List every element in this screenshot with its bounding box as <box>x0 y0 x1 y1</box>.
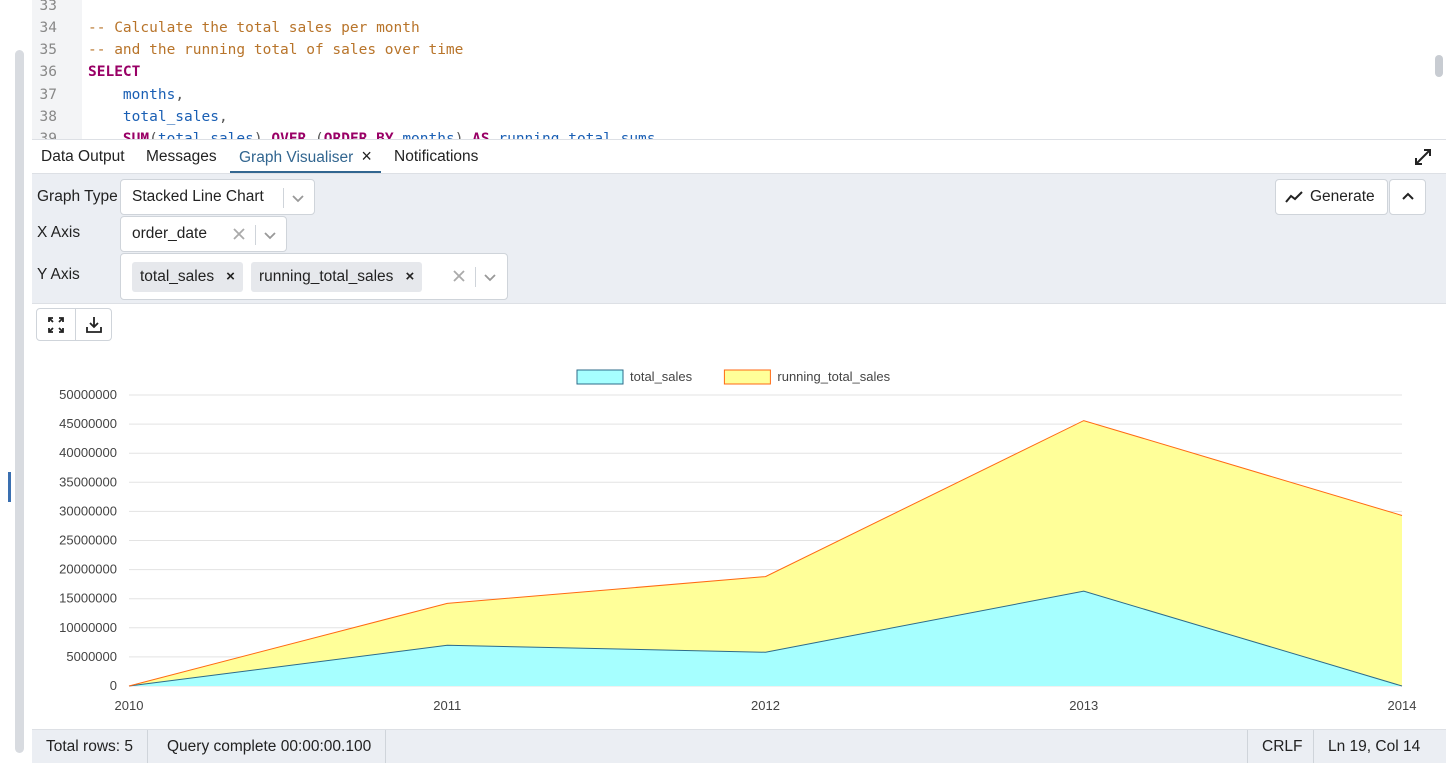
clear-icon[interactable] <box>451 268 467 284</box>
y-axis-chip: running_total_sales × <box>251 262 423 292</box>
total-rows-status: Total rows: 5 <box>32 730 149 763</box>
legend-swatch <box>576 369 624 385</box>
stacked-line-chart[interactable]: 0 5000000 10000000 15000000 20000000 25000000… <box>32 304 1446 729</box>
x-tick-label: 2013 <box>1069 698 1098 713</box>
fullscreen-button[interactable] <box>37 309 75 340</box>
line-number: 39 <box>39 131 57 139</box>
line-chart-icon <box>1285 191 1303 203</box>
left-rail <box>0 0 32 763</box>
chevron-up-icon <box>1402 192 1414 200</box>
close-icon[interactable]: × <box>361 146 372 166</box>
y-tick-label: 5000000 <box>66 649 117 664</box>
x-tick-label: 2010 <box>115 698 144 713</box>
query-status: Query complete 00:00:00.100 <box>153 730 387 763</box>
chevron-down-icon[interactable] <box>262 227 278 243</box>
y-tick-label: 20000000 <box>59 562 117 577</box>
y-tick-label: 50000000 <box>59 387 117 402</box>
graph-type-select[interactable]: Stacked Line Chart <box>120 179 315 215</box>
chevron-down-icon[interactable] <box>482 269 498 285</box>
code-text: -- and the running total of sales over t… <box>88 42 464 58</box>
code-line[interactable]: 34 -- Calculate the total sales per month <box>32 17 1432 39</box>
tab-notifications-label: Notifications <box>394 148 479 165</box>
chart-toolbar <box>36 308 112 341</box>
line-number: 33 <box>39 0 57 14</box>
code-text: -- Calculate the total sales per month <box>88 20 420 36</box>
tab-messages[interactable]: Messages <box>137 140 226 173</box>
chart-panel: 0 5000000 10000000 15000000 20000000 25000000… <box>32 304 1446 729</box>
x-tick-label: 2011 <box>433 698 461 713</box>
y-axis-chip-label: running_total_sales <box>259 268 394 285</box>
legend-label: running_total_sales <box>777 369 890 384</box>
code-text: SELECT <box>88 64 141 80</box>
tab-graph-visualiser-label: Graph Visualiser <box>239 149 354 166</box>
code-line[interactable]: 35 -- and the running total of sales over… <box>32 39 1432 61</box>
x-tick-label: 2012 <box>751 698 780 713</box>
eol-status[interactable]: CRLF <box>1247 730 1316 763</box>
y-tick-label: 15000000 <box>59 591 117 606</box>
cursor-position-status[interactable]: Ln 19, Col 14 <box>1313 730 1434 763</box>
maximize-icon[interactable] <box>1414 148 1432 166</box>
graph-controls: Graph Type Stacked Line Chart X Axis ord… <box>32 174 1446 304</box>
code-text: SUM(total_sales) OVER (ORDER BY months) … <box>122 131 656 139</box>
tab-data-output-label: Data Output <box>41 148 125 165</box>
x-axis-value: order_date <box>132 225 207 242</box>
remove-chip-icon[interactable]: × <box>405 268 414 285</box>
line-number: 36 <box>39 64 57 80</box>
x-axis-label: X Axis <box>37 224 81 241</box>
legend-label: total_sales <box>630 369 693 384</box>
tab-graph-visualiser[interactable]: Graph Visualiser × <box>230 140 381 173</box>
download-icon <box>86 317 102 333</box>
code-line[interactable]: 38 total_sales, <box>32 106 1432 128</box>
active-marker <box>8 472 11 502</box>
generate-button-label: Generate <box>1310 188 1375 205</box>
line-number: 38 <box>39 109 57 125</box>
line-number: 34 <box>39 20 57 36</box>
code-text: total_sales, <box>122 109 228 125</box>
remove-chip-icon[interactable]: × <box>226 268 235 285</box>
y-axis-chip: total_sales × <box>132 262 243 292</box>
y-axis-select[interactable]: total_sales × running_total_sales × <box>120 253 508 300</box>
collapse-button[interactable] <box>1389 179 1426 215</box>
tab-messages-label: Messages <box>146 148 217 165</box>
y-tick-label: 10000000 <box>59 620 117 635</box>
code-line[interactable]: 33 <box>32 0 1432 17</box>
y-axis-label: Y Axis <box>37 266 80 283</box>
y-tick-label: 45000000 <box>59 416 117 431</box>
clear-icon[interactable] <box>231 226 247 242</box>
status-bar: Total rows: 5 Query complete 00:00:00.10… <box>32 729 1446 763</box>
generate-button[interactable]: Generate <box>1275 179 1388 215</box>
code-line[interactable]: 39 SUM(total_sales) OVER (ORDER BY month… <box>32 128 1432 139</box>
code-line[interactable]: 36 SELECT <box>32 61 1432 83</box>
line-number: 35 <box>39 42 57 58</box>
y-tick-label: 35000000 <box>59 474 117 489</box>
legend-swatch <box>723 369 771 385</box>
fullscreen-icon <box>48 317 64 333</box>
line-number: 37 <box>39 87 57 103</box>
x-axis-select[interactable]: order_date <box>120 216 287 252</box>
sql-editor[interactable]: 33 34 -- Calculate the total sales per mon… <box>32 0 1446 139</box>
results-tabbar: Data Output Messages Graph Visualiser × N… <box>32 139 1446 174</box>
download-button[interactable] <box>75 309 113 340</box>
y-tick-label: 0 <box>110 678 117 693</box>
code-line[interactable]: 37 months, <box>32 84 1432 106</box>
tab-data-output[interactable]: Data Output <box>32 140 134 173</box>
y-tick-label: 40000000 <box>59 445 117 460</box>
chevron-down-icon[interactable] <box>290 190 306 206</box>
tab-notifications[interactable]: Notifications <box>385 140 487 173</box>
y-tick-label: 30000000 <box>59 503 117 518</box>
editor-scrollbar-thumb[interactable] <box>1435 55 1443 77</box>
y-axis-chip-label: total_sales <box>140 268 215 285</box>
code-text: months, <box>122 87 185 103</box>
graph-type-label: Graph Type <box>37 188 118 205</box>
x-tick-label: 2014 <box>1388 698 1417 713</box>
left-scrollbar[interactable] <box>15 50 24 753</box>
y-tick-label: 25000000 <box>59 533 117 548</box>
graph-type-value: Stacked Line Chart <box>132 188 264 205</box>
